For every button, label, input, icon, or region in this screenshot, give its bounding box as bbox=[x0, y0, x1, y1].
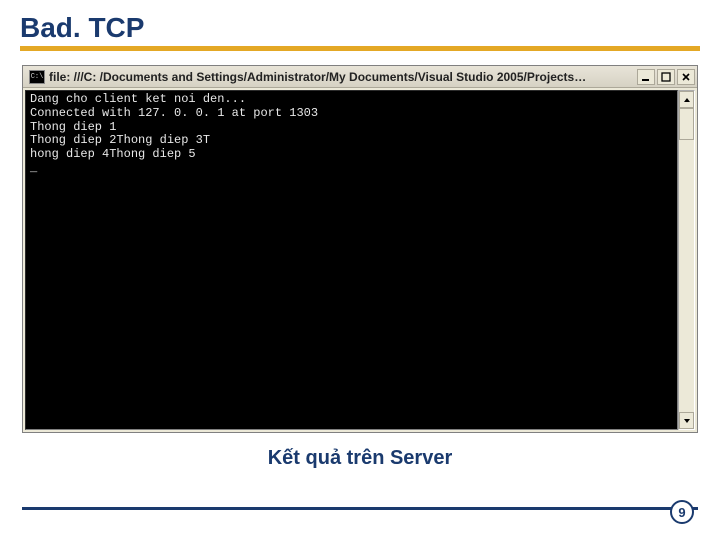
vertical-scrollbar[interactable] bbox=[678, 90, 695, 430]
slide-header: Bad. TCP bbox=[0, 0, 720, 55]
scroll-thumb[interactable] bbox=[679, 108, 694, 140]
footer-divider bbox=[22, 507, 698, 510]
console-window: C:\ file: ///C: /Documents and Settings/… bbox=[22, 65, 698, 433]
content-area: C:\ file: ///C: /Documents and Settings/… bbox=[0, 55, 720, 480]
scroll-up-button[interactable] bbox=[679, 91, 694, 108]
slide-title: Bad. TCP bbox=[20, 12, 700, 44]
window-titlebar: C:\ file: ///C: /Documents and Settings/… bbox=[23, 66, 697, 88]
slide-caption: Kết quả trên Server bbox=[22, 447, 698, 470]
scroll-down-button[interactable] bbox=[679, 412, 694, 429]
window-controls bbox=[637, 69, 695, 85]
console-output: Dang cho client ket noi den... Connected… bbox=[25, 90, 678, 430]
close-icon bbox=[681, 72, 691, 82]
minimize-icon bbox=[641, 72, 651, 82]
page-number-badge: 9 bbox=[670, 500, 694, 524]
console-body: Dang cho client ket noi den... Connected… bbox=[23, 88, 697, 432]
maximize-button[interactable] bbox=[657, 69, 675, 85]
minimize-button[interactable] bbox=[637, 69, 655, 85]
scroll-track[interactable] bbox=[679, 108, 694, 412]
accent-line bbox=[20, 46, 700, 51]
close-button[interactable] bbox=[677, 69, 695, 85]
chevron-up-icon bbox=[683, 96, 691, 104]
maximize-icon bbox=[661, 72, 671, 82]
chevron-down-icon bbox=[683, 417, 691, 425]
window-title: file: ///C: /Documents and Settings/Admi… bbox=[49, 70, 637, 84]
cmd-icon: C:\ bbox=[29, 70, 45, 84]
